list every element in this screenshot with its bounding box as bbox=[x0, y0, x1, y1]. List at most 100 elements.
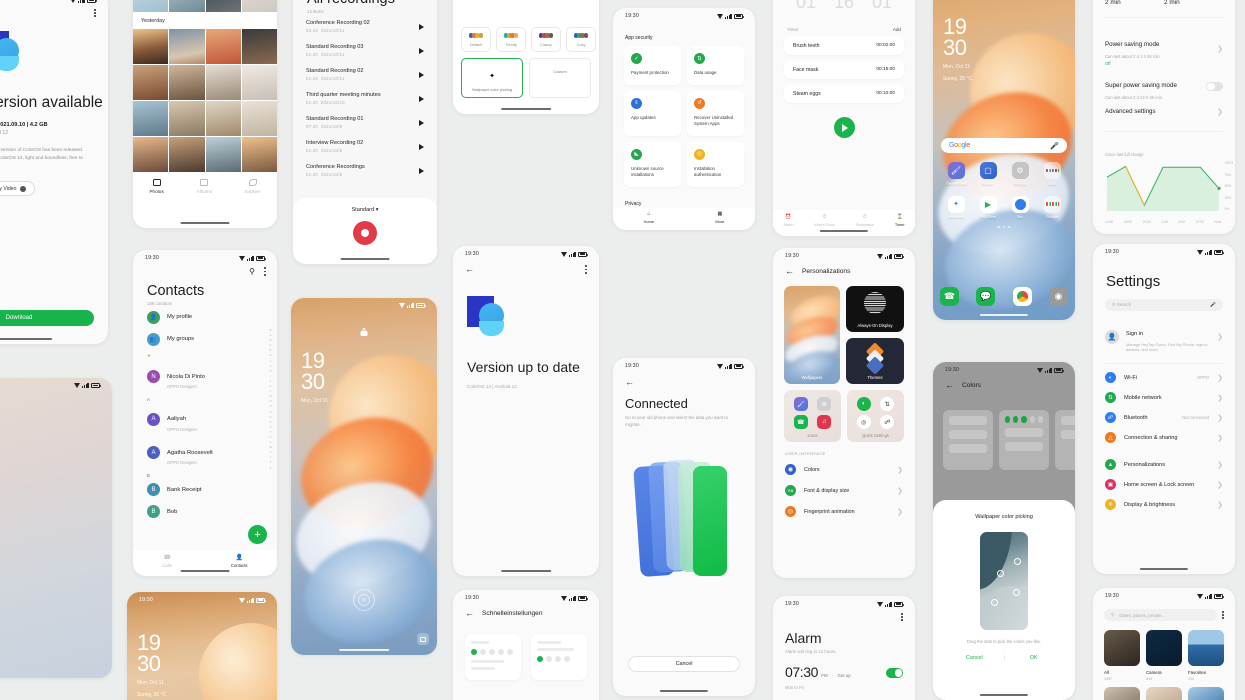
overflow-menu-icon[interactable] bbox=[585, 265, 587, 274]
play-icon[interactable] bbox=[419, 23, 424, 30]
folder-tools[interactable]: Tools bbox=[1043, 162, 1061, 186]
index-letter[interactable]: Y bbox=[270, 455, 272, 459]
search-input[interactable]: ⚲ Dates, places, people... bbox=[1104, 609, 1217, 621]
alarm-row[interactable]: 07:30 PM · Get up bbox=[773, 654, 915, 682]
home-indicator[interactable] bbox=[501, 107, 551, 110]
qs-card-b[interactable] bbox=[531, 634, 587, 680]
row-mobile-network[interactable]: ⇅ Mobile network ❯ bbox=[1093, 388, 1235, 408]
start-timer-button[interactable] bbox=[833, 117, 855, 138]
security-app-updates[interactable]: ⇩ App updates bbox=[624, 90, 681, 136]
contact-list-item[interactable]: B Bank Receipt bbox=[133, 479, 277, 501]
recording-row[interactable]: Interview Recording 02 01:20 2021/10/8 bbox=[293, 134, 437, 158]
index-letter[interactable]: Q bbox=[269, 415, 271, 419]
palette-trendy[interactable]: Trendy bbox=[496, 27, 526, 52]
preview-card[interactable] bbox=[943, 410, 993, 470]
index-letter[interactable]: R bbox=[269, 420, 271, 424]
tab-contacts[interactable]: 👤 Contacts bbox=[231, 554, 248, 576]
home-clock-widget[interactable]: 19 30 Mon, Oct 11 Sunny, 26 °C bbox=[943, 16, 972, 83]
photo-thumb[interactable] bbox=[205, 29, 241, 64]
album-thumb[interactable] bbox=[1104, 686, 1140, 700]
photo-thumb[interactable] bbox=[241, 0, 277, 12]
index-letter[interactable]: M bbox=[269, 394, 272, 398]
home-indicator[interactable] bbox=[819, 229, 869, 232]
play-icon[interactable] bbox=[419, 71, 424, 78]
phone-icon[interactable]: ☎ bbox=[940, 287, 959, 306]
photo-thumb[interactable] bbox=[133, 65, 169, 100]
index-letter[interactable]: J bbox=[270, 379, 272, 383]
security-recover-apps[interactable]: ↺ Recover Uninstalled System Apps bbox=[687, 90, 744, 136]
custom-option[interactable]: Custom bbox=[529, 58, 591, 98]
photo-thumb[interactable] bbox=[205, 137, 241, 172]
index-letter[interactable]: ★ bbox=[269, 328, 272, 332]
contact-list-item[interactable]: N Nicola Di Pinto OPPO Designer bbox=[133, 360, 277, 394]
tab-home[interactable]: ⌂ Home bbox=[644, 211, 654, 230]
album-all[interactable]: All 1057 bbox=[1104, 630, 1140, 681]
app-duo[interactable]: Duo bbox=[1011, 195, 1029, 219]
tile-wallpapers[interactable]: Wallpapers bbox=[784, 286, 840, 384]
tab-albums[interactable]: Albums bbox=[197, 179, 212, 194]
photo-thumb[interactable] bbox=[169, 65, 205, 100]
photo-thumb[interactable] bbox=[133, 29, 169, 64]
palette-cozy[interactable]: Cozy bbox=[566, 27, 596, 52]
mode-selector[interactable]: Standard ▾ bbox=[351, 207, 378, 213]
contact-list-item[interactable]: A Aaliyah OPPO Designer bbox=[133, 403, 277, 437]
preview-card[interactable] bbox=[1055, 410, 1075, 470]
app-theme-store[interactable]: 🖌 Theme Store bbox=[946, 162, 966, 186]
home-indicator[interactable] bbox=[659, 689, 709, 692]
add-contact-button[interactable]: + bbox=[248, 525, 267, 544]
tab-timer[interactable]: ⌛ Timer bbox=[895, 214, 905, 236]
index-letter[interactable]: N bbox=[269, 399, 271, 403]
wallpaper-preview[interactable] bbox=[980, 532, 1028, 630]
home-indicator[interactable] bbox=[1139, 567, 1189, 570]
index-letter[interactable]: H bbox=[269, 369, 271, 373]
album-favorites[interactable]: Favorites 102 bbox=[1188, 630, 1224, 681]
search-icon[interactable]: ⚲ bbox=[249, 267, 255, 276]
tile-icons[interactable]: 🖌 ⚙ ☎ ♫ Icons bbox=[784, 390, 841, 442]
photo-thumb[interactable] bbox=[169, 0, 205, 12]
photo-thumb[interactable] bbox=[241, 137, 277, 172]
index-letter[interactable]: F bbox=[270, 359, 272, 363]
index-letter[interactable]: C bbox=[269, 343, 271, 347]
photo-thumb[interactable] bbox=[133, 0, 169, 12]
search-input[interactable]: ⚲ Search 🎤 bbox=[1105, 299, 1223, 311]
photo-thumb[interactable] bbox=[133, 101, 169, 136]
index-letter[interactable]: U bbox=[269, 435, 271, 439]
row-font-display-size[interactable]: Aa Font & display size ❯ bbox=[773, 480, 915, 501]
play-icon[interactable] bbox=[419, 47, 424, 54]
index-letter[interactable]: E bbox=[270, 353, 272, 357]
row-fingerprint-animation[interactable]: ◎ Fingerprint animation ❯ bbox=[773, 501, 915, 522]
contact-my-groups[interactable]: 👥 My groups bbox=[133, 328, 277, 350]
contact-my-profile[interactable]: 👤 My profile bbox=[133, 306, 277, 328]
index-letter[interactable]: L bbox=[270, 389, 272, 393]
back-arrow-icon[interactable]: ← bbox=[465, 608, 474, 618]
cancel-button[interactable]: Cancel bbox=[945, 655, 1004, 661]
recording-row[interactable]: Third quarter meeting minutes 01:20 2021… bbox=[293, 86, 437, 110]
timer-preset-row[interactable]: Face mask 00:15:00 bbox=[784, 60, 904, 79]
photo-thumb[interactable] bbox=[241, 65, 277, 100]
chrome-icon[interactable] bbox=[1012, 287, 1032, 306]
add-timer-button[interactable]: Add bbox=[893, 27, 901, 32]
home-indicator[interactable] bbox=[979, 313, 1029, 316]
overflow-menu-icon[interactable] bbox=[1222, 610, 1224, 620]
photo-thumb[interactable] bbox=[241, 29, 277, 64]
timer-preset-row[interactable]: Brush teeth 00:02:00 bbox=[784, 36, 904, 55]
photo-thumb[interactable] bbox=[205, 65, 241, 100]
photo-thumb[interactable] bbox=[241, 101, 277, 136]
album-thumb[interactable] bbox=[1146, 686, 1182, 700]
index-letter[interactable]: # bbox=[270, 466, 272, 470]
recording-row[interactable]: Standard Recording 01 07:20 2021/10/9 bbox=[293, 110, 437, 134]
row-home-lock-screen[interactable]: ▣ Home screen & Lock screen ❯ bbox=[1093, 475, 1235, 495]
home-indicator[interactable] bbox=[0, 337, 52, 340]
row-power-saving-mode[interactable]: Power saving mode Can last about 2 d 1 h… bbox=[1093, 29, 1235, 70]
row-wifi[interactable]: ◐ Wi-Fi OPPO ❯ bbox=[1093, 368, 1235, 388]
super-power-saving-toggle[interactable] bbox=[1206, 81, 1223, 92]
play-icon[interactable] bbox=[419, 143, 424, 150]
ok-button[interactable]: OK bbox=[1004, 655, 1063, 661]
row-personalizations[interactable]: ▲ Personalizations ❯ bbox=[1093, 455, 1235, 475]
home-indicator[interactable] bbox=[339, 648, 389, 651]
tab-photos[interactable]: Photos bbox=[149, 179, 164, 194]
record-button[interactable] bbox=[353, 221, 377, 245]
row-advanced-settings[interactable]: Advanced settings ❯ bbox=[1093, 104, 1235, 120]
index-letter[interactable]: T bbox=[270, 430, 272, 434]
tab-world-clock[interactable]: ⏱ World Clock bbox=[814, 214, 835, 236]
